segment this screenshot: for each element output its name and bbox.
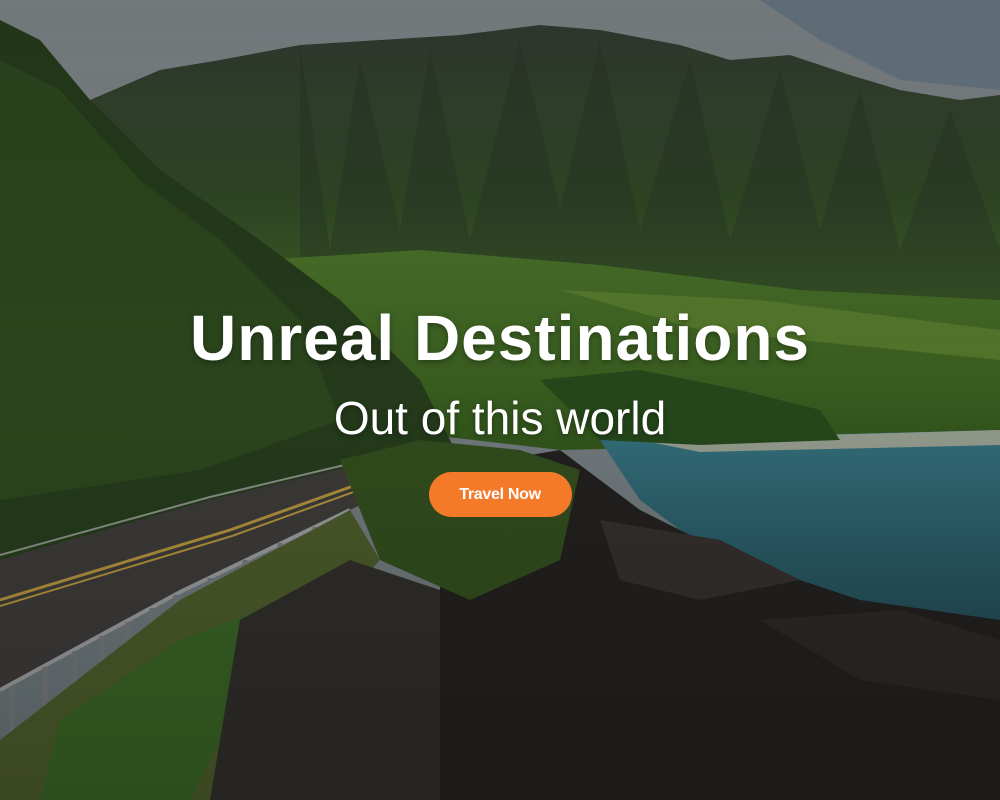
hero-section: Unreal Destinations Out of this world Tr… bbox=[0, 0, 1000, 800]
travel-now-button[interactable]: Travel Now bbox=[428, 472, 572, 517]
hero-subtitle: Out of this world bbox=[333, 392, 667, 444]
hero-title: Unreal Destinations bbox=[189, 302, 811, 374]
hero-content: Unreal Destinations Out of this world Tr… bbox=[0, 300, 1000, 517]
